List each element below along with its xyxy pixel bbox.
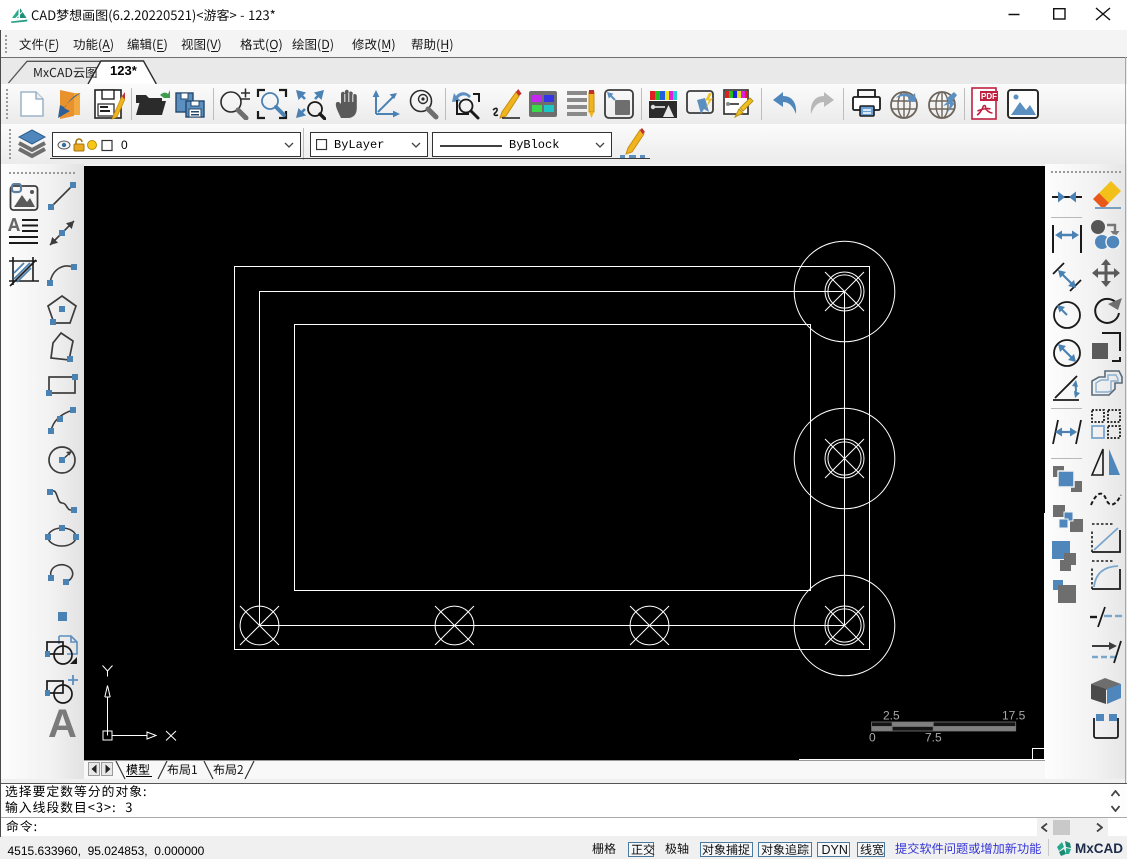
svg-text:7.5: 7.5 [925, 731, 942, 745]
svg-text:17.5: 17.5 [1002, 709, 1026, 723]
svg-text:PDF: PDF [981, 92, 997, 101]
svg-text:2.5: 2.5 [883, 709, 900, 723]
svg-text:0: 0 [869, 731, 876, 745]
